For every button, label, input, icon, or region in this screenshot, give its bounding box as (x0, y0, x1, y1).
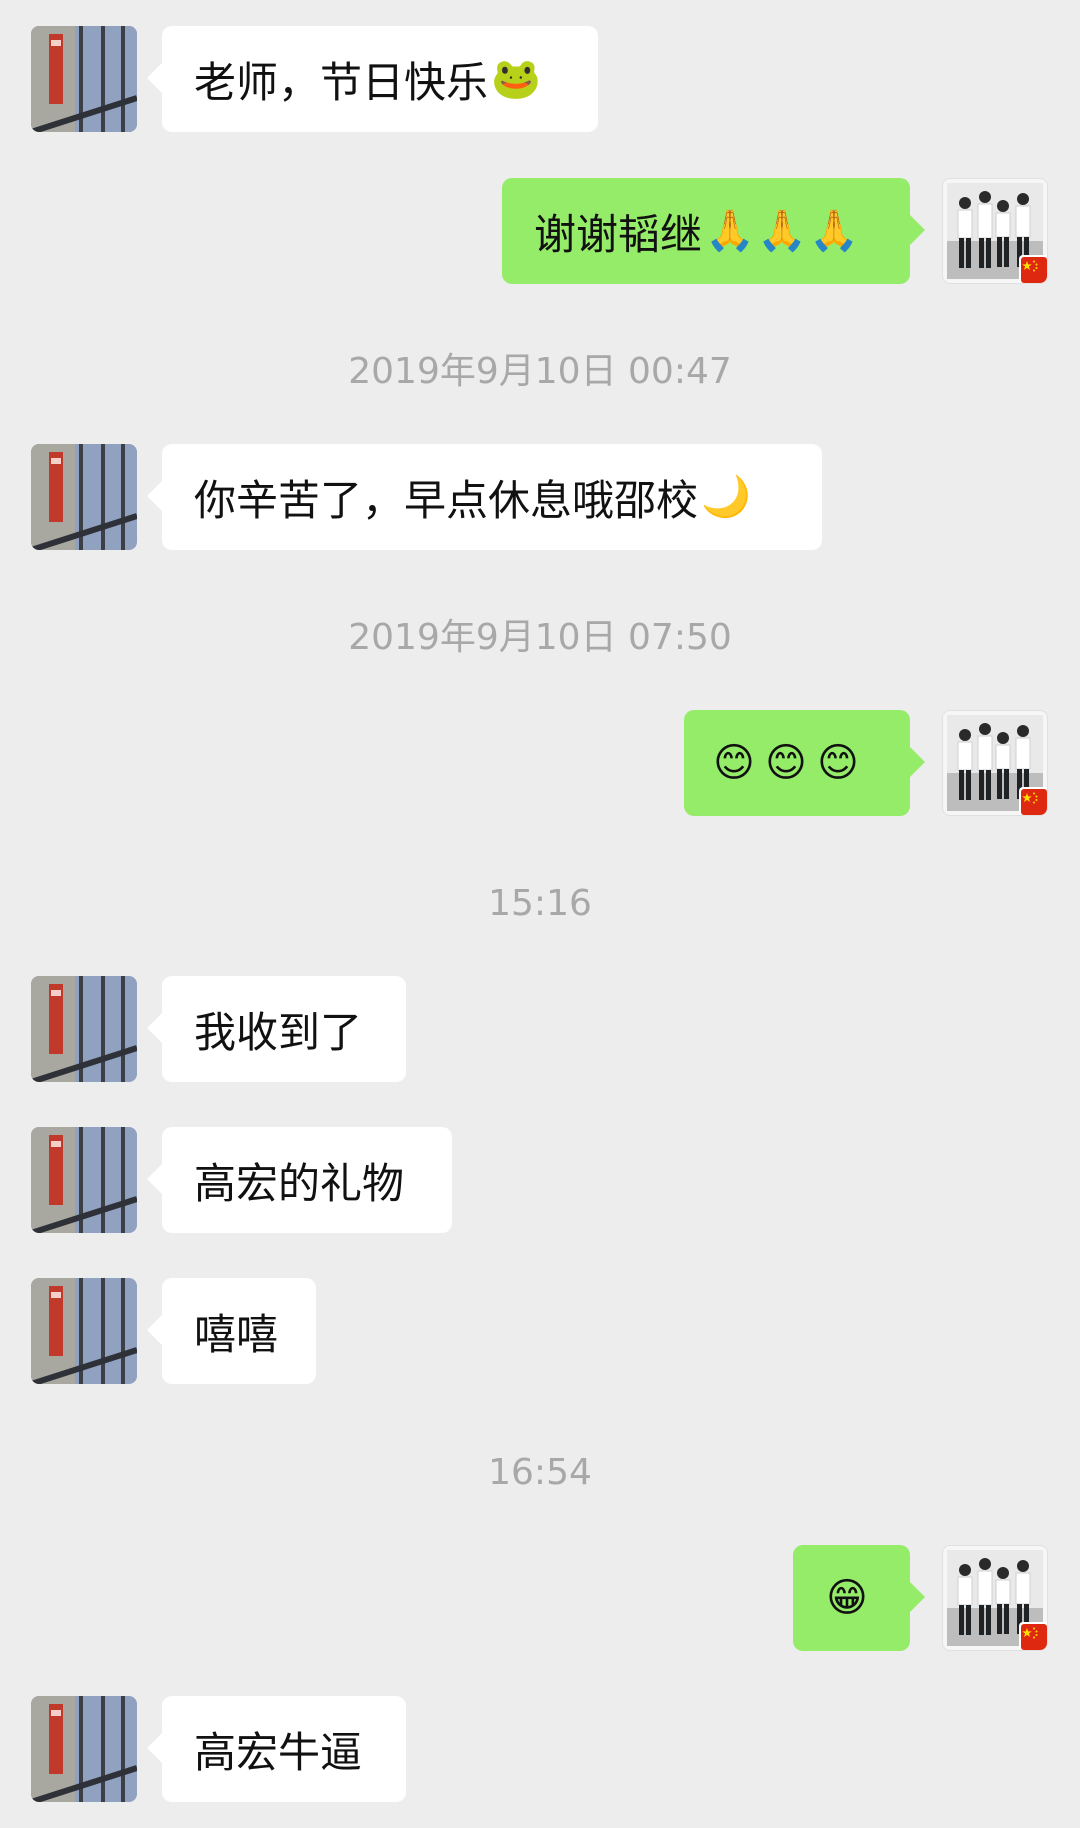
moon-emoji-icon: 🌙 (701, 474, 751, 520)
message-bubble-outgoing[interactable]: 😊 😊 😊 (684, 710, 925, 816)
contact-avatar[interactable] (31, 1127, 137, 1233)
chat-thread: 老师，节日快乐 🐸 谢谢韬继 🙏 🙏 🙏 2019年9月10日 00:47 你辛… (0, 0, 1080, 1828)
timestamp: 16:54 (488, 1452, 592, 1493)
message-bubble-incoming[interactable]: 你辛苦了，早点休息哦邵校 🌙 (147, 444, 822, 550)
message-text: 嘻嘻 (194, 1309, 279, 1359)
message-text: 高宏的礼物 (194, 1158, 405, 1208)
message-bubble-incoming[interactable]: 我收到了 (147, 976, 406, 1082)
china-flag-icon (1019, 255, 1047, 283)
praying-hands-emoji-icon: 🙏 (705, 208, 755, 254)
timestamp: 2019年9月10日 00:47 (348, 351, 732, 392)
contact-avatar[interactable] (31, 1278, 137, 1384)
contact-avatar[interactable] (31, 26, 137, 132)
message-text: 谢谢韬继 (534, 209, 703, 259)
china-flag-icon (1019, 1622, 1047, 1650)
user-avatar[interactable] (942, 710, 1048, 816)
smile-emoji-icon: 😊 (713, 740, 755, 786)
contact-avatar[interactable] (31, 976, 137, 1082)
contact-avatar[interactable] (31, 1696, 137, 1802)
message-text: 老师，节日快乐 (194, 57, 489, 107)
user-avatar[interactable] (942, 1545, 1048, 1651)
message-bubble-incoming[interactable]: 嘻嘻 (147, 1278, 316, 1384)
timestamp: 2019年9月10日 07:50 (348, 617, 732, 658)
smile-emoji-icon: 😊 (817, 740, 859, 786)
contact-avatar[interactable] (31, 444, 137, 550)
message-text: 你辛苦了，早点休息哦邵校 (194, 475, 699, 525)
message-bubble-outgoing[interactable]: 😁 (793, 1545, 925, 1651)
user-avatar[interactable] (942, 178, 1048, 284)
message-bubble-outgoing[interactable]: 谢谢韬继 🙏 🙏 🙏 (502, 178, 925, 284)
message-bubble-incoming[interactable]: 高宏牛逼 (147, 1696, 406, 1802)
smile-emoji-icon: 😊 (765, 740, 807, 786)
message-bubble-incoming[interactable]: 老师，节日快乐 🐸 (147, 26, 598, 132)
frog-emoji-icon: 🐸 (491, 56, 541, 102)
timestamp: 15:16 (488, 883, 592, 924)
praying-hands-emoji-icon: 🙏 (757, 208, 807, 254)
grin-emoji-icon: 😁 (826, 1575, 868, 1621)
message-bubble-incoming[interactable]: 高宏的礼物 (147, 1127, 452, 1233)
message-text: 高宏牛逼 (194, 1727, 363, 1777)
message-text: 我收到了 (194, 1007, 363, 1057)
china-flag-icon (1019, 787, 1047, 815)
praying-hands-emoji-icon: 🙏 (809, 208, 859, 254)
